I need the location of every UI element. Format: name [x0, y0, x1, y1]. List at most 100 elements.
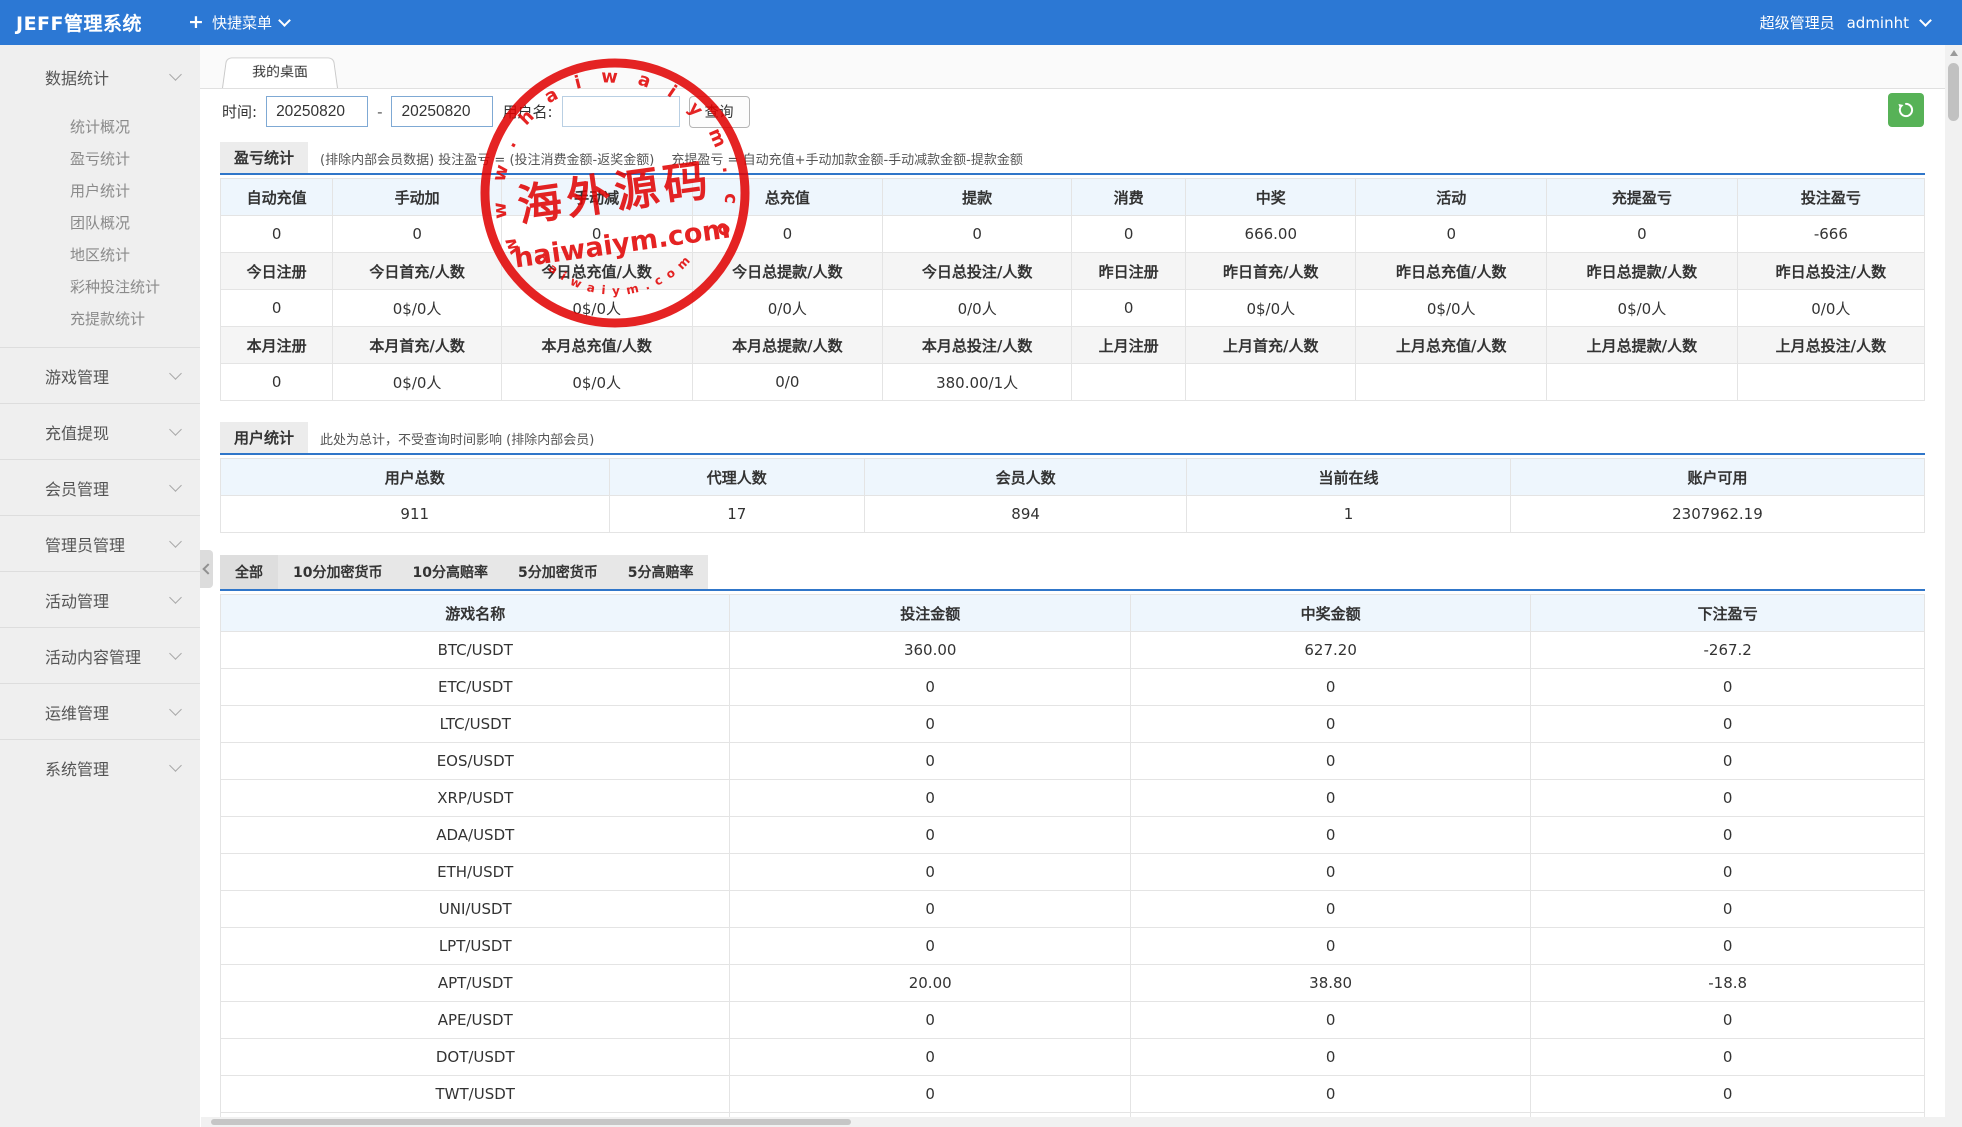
cell-header: 手动减 [501, 179, 692, 216]
tab-my-desktop[interactable]: 我的桌面 [222, 57, 338, 88]
cell-value: 0/0 [692, 364, 883, 401]
sidebar-section-4[interactable]: 管理员管理 [0, 515, 200, 571]
sidebar-section-label: 活动内容管理 [45, 644, 141, 668]
table-row: TWT/USDT000 [221, 1076, 1925, 1113]
plus-icon: + [188, 13, 204, 32]
cell-value: 0 [1130, 1002, 1530, 1039]
sidebar-item[interactable]: 盈亏统计 [0, 143, 200, 175]
sidebar-item[interactable]: 充提款统计 [0, 303, 200, 335]
cell-value: 0$/0人 [1186, 290, 1356, 327]
cell-value: 0 [1130, 817, 1530, 854]
username-input[interactable] [562, 96, 680, 127]
cell-value: 0 [730, 669, 1130, 706]
cell-value: XRP/USDT [221, 780, 730, 817]
cell-value: 0 [1531, 780, 1925, 817]
sidebar-item[interactable]: 用户统计 [0, 175, 200, 207]
cell-header: 中奖 [1186, 179, 1356, 216]
sidebar-item[interactable]: 地区统计 [0, 239, 200, 271]
cell-value: BTC/USDT [221, 632, 730, 669]
cell-value: 0 [1130, 706, 1530, 743]
cell-value: 0 [730, 743, 1130, 780]
cell-header: 自动充值 [221, 179, 333, 216]
sidebar-item[interactable]: 统计概况 [0, 111, 200, 143]
filter-bar: 时间: - 用户名: 查询 [200, 89, 1945, 134]
game-tab-2[interactable]: 10分高赔率 [397, 555, 502, 589]
sidebar-collapse-handle[interactable] [200, 550, 213, 588]
profit-table-body: 自动充值手动加手动减总充值提款消费中奖活动充提盈亏投注盈亏000000666.0… [221, 179, 1925, 401]
search-button[interactable]: 查询 [689, 96, 750, 128]
date-to-input[interactable] [391, 96, 493, 127]
table-row: UNI/USDT000 [221, 891, 1925, 928]
user-role-label: 超级管理员 [1760, 12, 1835, 33]
cell-header: 下注盈亏 [1531, 595, 1925, 632]
cell-value: 20.00 [730, 965, 1130, 1002]
cell-header: 上月总提款/人数 [1547, 327, 1738, 364]
user-menu[interactable]: 超级管理员 adminht [1760, 12, 1930, 33]
game-tab-0[interactable]: 全部 [220, 555, 278, 589]
sidebar-section-label: 会员管理 [45, 476, 109, 500]
date-separator: - [377, 103, 382, 121]
horizontal-scrollbar-thumb[interactable] [211, 1119, 851, 1125]
sidebar-section-2[interactable]: 充值提现 [0, 403, 200, 459]
game-tab-3[interactable]: 5分加密货币 [503, 555, 613, 589]
quick-menu-button[interactable]: + 快捷菜单 [188, 12, 289, 33]
cell-value: 0 [1531, 891, 1925, 928]
cell-value: LTC/USDT [221, 706, 730, 743]
table-row: ETH/USDT000 [221, 854, 1925, 891]
table-row: 00$/0人0$/0人0/0人0/0人00$/0人0$/0人0$/0人0/0人 [221, 290, 1925, 327]
cell-header: 投注金额 [730, 595, 1130, 632]
sidebar-section-3[interactable]: 会员管理 [0, 459, 200, 515]
username-label: adminht [1847, 14, 1909, 32]
profit-section-tab[interactable]: 盈亏统计 [220, 142, 308, 173]
chevron-down-icon [169, 647, 182, 660]
quick-menu-label: 快捷菜单 [212, 12, 272, 33]
cell-value: 0 [1531, 854, 1925, 891]
sidebar: 数据统计统计概况盈亏统计用户统计团队概况地区统计彩种投注统计充提款统计游戏管理充… [0, 45, 200, 1127]
cell-header: 本月总提款/人数 [692, 327, 883, 364]
sidebar-section-8[interactable]: 系统管理 [0, 739, 200, 795]
cell-header: 手动加 [333, 179, 502, 216]
user-table: 用户总数代理人数会员人数当前在线账户可用9111789412307962.19 [220, 458, 1925, 533]
vertical-scrollbar-thumb[interactable] [1948, 63, 1959, 121]
sidebar-section-7[interactable]: 运维管理 [0, 683, 200, 739]
cell-value: 360.00 [730, 632, 1130, 669]
cell-value: 0 [730, 817, 1130, 854]
cell-value: 0 [1531, 743, 1925, 780]
vertical-scrollbar[interactable] [1945, 45, 1962, 1127]
cell-header: 昨日总提款/人数 [1547, 253, 1738, 290]
cell-value [1737, 364, 1924, 401]
cell-header: 代理人数 [609, 459, 865, 496]
cell-value: 0$/0人 [501, 290, 692, 327]
scroll-up-arrow-icon[interactable] [1945, 45, 1962, 61]
cell-value: ETC/USDT [221, 669, 730, 706]
sidebar-section-0[interactable]: 数据统计 [0, 45, 200, 109]
cell-header: 充提盈亏 [1547, 179, 1738, 216]
refresh-button[interactable] [1888, 93, 1924, 127]
sidebar-section-5[interactable]: 活动管理 [0, 571, 200, 627]
cell-value: 0 [883, 216, 1072, 253]
table-row: ETC/USDT000 [221, 669, 1925, 706]
profit-section-header: 盈亏统计 (排除内部会员数据) 投注盈亏 = (投注消费金额-返奖金额) 充提盈… [220, 142, 1925, 175]
cell-header: 投注盈亏 [1737, 179, 1924, 216]
sidebar-section-6[interactable]: 活动内容管理 [0, 627, 200, 683]
cell-value: 0 [1531, 1002, 1925, 1039]
sidebar-section-label: 游戏管理 [45, 364, 109, 388]
cell-value: 0/0人 [1737, 290, 1924, 327]
cell-header: 会员人数 [865, 459, 1187, 496]
user-section-tab[interactable]: 用户统计 [220, 422, 308, 453]
game-tab-1[interactable]: 10分加密货币 [278, 555, 397, 589]
sidebar-submenu: 统计概况盈亏统计用户统计团队概况地区统计彩种投注统计充提款统计 [0, 109, 200, 347]
cell-value: 0$/0人 [1356, 290, 1547, 327]
horizontal-scrollbar[interactable] [201, 1117, 1945, 1127]
sidebar-section-1[interactable]: 游戏管理 [0, 347, 200, 403]
game-tab-4[interactable]: 5分高赔率 [613, 555, 709, 589]
sidebar-item[interactable]: 彩种投注统计 [0, 271, 200, 303]
refresh-icon [1897, 101, 1915, 119]
cell-value: 0 [1531, 928, 1925, 965]
date-from-input[interactable] [266, 96, 368, 127]
cell-header: 昨日首充/人数 [1186, 253, 1356, 290]
cell-value: 38.80 [1130, 965, 1530, 1002]
cell-value [1356, 364, 1547, 401]
cell-header: 昨日总充值/人数 [1356, 253, 1547, 290]
sidebar-item[interactable]: 团队概况 [0, 207, 200, 239]
